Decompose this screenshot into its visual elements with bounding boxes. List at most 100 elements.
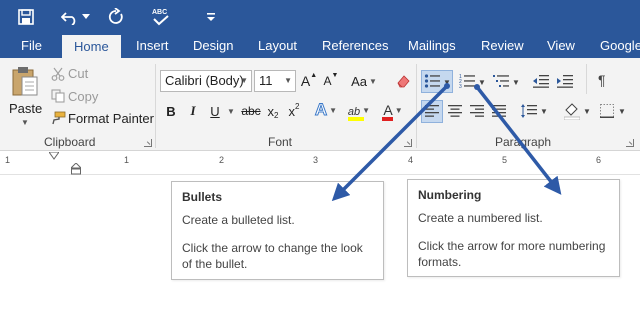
text-effects-icon: A <box>314 100 328 120</box>
clipboard-launcher-icon[interactable] <box>144 139 152 147</box>
strikethrough-button[interactable]: abc <box>240 101 262 121</box>
multilevel-list-icon[interactable] <box>492 72 510 90</box>
shrink-font-button[interactable]: A ▼ <box>323 71 339 91</box>
shrink-font-icon: A <box>323 74 332 88</box>
font-color-icon: A <box>383 102 393 118</box>
tab-insert[interactable]: Insert <box>136 34 169 58</box>
bullets-callout-text: Click the arrow to change the look <box>182 241 363 255</box>
numbering-callout-title: Numbering <box>418 188 482 202</box>
numbering-icon[interactable]: 123 <box>458 72 476 90</box>
copy-icon <box>50 88 66 104</box>
highlight-button[interactable]: ab ▼ <box>344 100 374 121</box>
center-icon[interactable] <box>447 103 463 119</box>
tab-references[interactable]: References <box>322 34 388 58</box>
ribbon-tabs: File Home Insert Design Layout Reference… <box>0 34 640 58</box>
tab-view[interactable]: View <box>547 34 575 58</box>
italic-button[interactable]: I <box>187 101 199 121</box>
paste-icon[interactable] <box>10 64 40 98</box>
text-effects-button[interactable]: A ▼ <box>312 100 340 120</box>
change-case-icon: Aa <box>351 73 367 89</box>
tab-review[interactable]: Review <box>481 34 524 58</box>
bullets-icon[interactable] <box>423 72 441 90</box>
cut-button[interactable]: Cut <box>68 66 88 81</box>
undo-dropdown-icon[interactable] <box>80 7 92 27</box>
decrease-indent-icon[interactable] <box>532 72 550 90</box>
cut-icon <box>50 66 66 82</box>
format-painter-icon <box>49 110 67 126</box>
font-name-dropdown-icon[interactable]: ▼ <box>240 71 248 91</box>
ruler: 1 1 2 3 4 5 6 <box>0 151 640 175</box>
change-case-button[interactable]: Aa ▼ <box>350 71 378 91</box>
tab-design[interactable]: Design <box>193 34 233 58</box>
numbering-callout: Numbering Create a numbered list. Click … <box>407 179 620 277</box>
paragraph-launcher-icon[interactable] <box>626 139 634 147</box>
save-icon[interactable] <box>16 7 36 27</box>
superscript-button[interactable]: x2 <box>286 101 302 121</box>
tab-layout[interactable]: Layout <box>258 34 297 58</box>
justify-icon[interactable] <box>491 103 507 119</box>
font-size-combo[interactable]: 11 ▼ <box>254 70 296 92</box>
copy-button[interactable]: Copy <box>68 89 98 104</box>
font-launcher-icon[interactable] <box>404 139 412 147</box>
grow-font-button[interactable]: A ▲ <box>300 71 317 91</box>
tab-home[interactable]: Home <box>62 35 121 58</box>
font-color-button[interactable]: A ▼ <box>380 100 406 121</box>
shading-dropdown-icon[interactable]: ▼ <box>583 107 591 116</box>
ruler-number: 1 <box>124 155 130 165</box>
align-right-icon[interactable] <box>469 103 485 119</box>
paste-button[interactable]: Paste <box>9 101 42 116</box>
group-divider <box>416 64 417 148</box>
ribbon: Paste ▼ Cut Copy Format Painter Clipboar… <box>0 58 640 151</box>
bullets-callout-text: of the bullet. <box>182 257 248 271</box>
numbering-callout-text: Create a numbered list. <box>418 211 543 225</box>
line-spacing-icon[interactable] <box>520 102 538 120</box>
multilevel-dropdown-icon[interactable]: ▼ <box>512 78 520 87</box>
tab-mailings[interactable]: Mailings <box>408 34 456 58</box>
superscript-mark: 2 <box>295 101 300 111</box>
grow-font-icon: A <box>300 73 311 89</box>
customize-qat-icon[interactable] <box>204 7 218 27</box>
first-line-indent-marker[interactable] <box>48 151 60 161</box>
paste-dropdown-icon[interactable]: ▼ <box>21 118 29 127</box>
group-divider <box>155 64 156 148</box>
bullets-dropdown-icon[interactable]: ▼ <box>443 78 451 87</box>
undo-icon[interactable] <box>60 7 80 27</box>
font-size-dropdown-icon[interactable]: ▼ <box>284 71 292 91</box>
shading-icon[interactable] <box>563 101 581 121</box>
quick-access-toolbar: ABC <box>0 0 640 34</box>
ruler-number: 4 <box>408 155 414 165</box>
spelling-icon[interactable]: ABC <box>150 7 174 27</box>
clipboard-group-label: Clipboard <box>44 135 96 149</box>
line-spacing-dropdown-icon[interactable]: ▼ <box>540 107 548 116</box>
borders-icon[interactable] <box>598 102 616 120</box>
clear-formatting-icon[interactable] <box>394 71 412 91</box>
format-painter-button[interactable]: Format Painter <box>68 111 154 126</box>
tab-file[interactable]: File <box>21 34 42 58</box>
show-marks-icon[interactable]: ¶ <box>598 72 606 88</box>
svg-text:3: 3 <box>459 84 462 89</box>
bullets-callout-title: Bullets <box>182 190 223 204</box>
bold-button[interactable]: B <box>164 101 178 121</box>
borders-dropdown-icon[interactable]: ▼ <box>618 107 626 116</box>
hanging-indent-marker[interactable] <box>70 163 82 175</box>
underline-button[interactable]: U <box>209 101 221 121</box>
paragraph-group-label: Paragraph <box>495 135 552 149</box>
redo-icon[interactable] <box>106 7 126 27</box>
numbering-callout-text: Click the arrow for more numbering <box>418 239 606 253</box>
underline-dropdown-icon[interactable]: ▼ <box>227 107 235 116</box>
ruler-number: 5 <box>502 155 508 165</box>
ruler-number: 1 <box>5 155 11 165</box>
button-divider <box>586 64 587 94</box>
align-left-icon[interactable] <box>424 103 440 119</box>
font-name-combo[interactable]: Calibri (Body) ▼ <box>160 70 252 92</box>
tab-google[interactable]: Google <box>600 34 640 58</box>
font-size-value: 11 <box>259 73 273 88</box>
ruler-number: 3 <box>313 155 319 165</box>
svg-text:ABC: ABC <box>152 9 167 16</box>
increase-indent-icon[interactable] <box>556 72 574 90</box>
numbering-callout-text: formats. <box>418 255 462 269</box>
bullets-callout: Bullets Create a bulleted list. Click th… <box>171 181 384 280</box>
font-name-value: Calibri (Body) <box>165 73 244 88</box>
subscript-button[interactable]: x2 <box>265 101 281 121</box>
numbering-dropdown-icon[interactable]: ▼ <box>478 78 486 87</box>
